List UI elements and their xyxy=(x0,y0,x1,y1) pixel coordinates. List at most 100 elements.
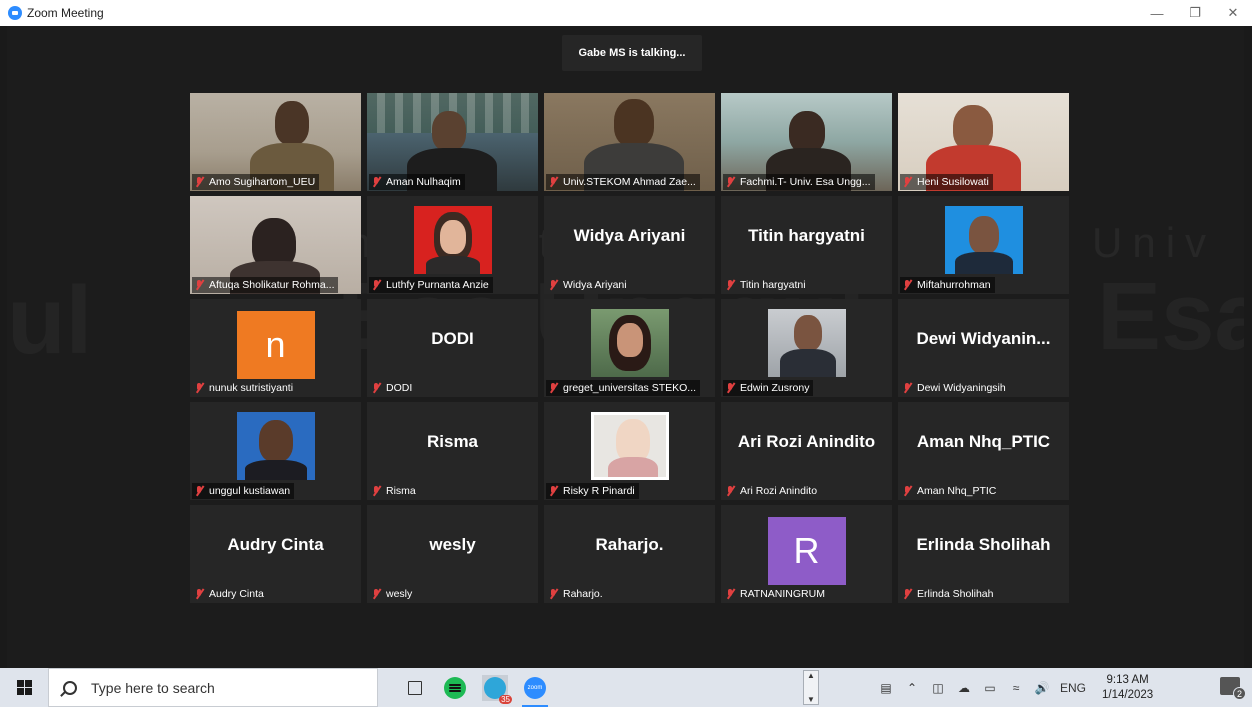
participant-tile[interactable]: DODI DODI xyxy=(367,299,538,397)
mic-muted-icon xyxy=(902,588,913,600)
participant-display-name: wesly xyxy=(429,535,476,554)
restore-button[interactable]: ❐ xyxy=(1176,0,1214,26)
chevron-up-icon[interactable]: ▲ xyxy=(807,671,815,680)
participant-name-label: Risky R Pinardi xyxy=(546,483,639,499)
participant-tile[interactable]: Luthfy Purnanta Anzie xyxy=(367,196,538,294)
participant-tile[interactable]: Heni Susilowati xyxy=(898,93,1069,191)
participant-tile[interactable]: Audry Cinta Audry Cinta xyxy=(190,505,361,603)
mic-muted-icon xyxy=(725,382,736,394)
minimize-button[interactable]: — xyxy=(1138,0,1176,26)
show-hidden-icons-chevron-icon[interactable]: ⌃ xyxy=(904,680,920,696)
zoom-app-icon: zoom xyxy=(524,676,546,699)
participant-avatar-letter: n xyxy=(236,311,315,379)
participant-tile[interactable]: Erlinda Sholihah Erlinda Sholihah xyxy=(898,505,1069,603)
participant-name-label: Heni Susilowati xyxy=(900,174,993,190)
participant-tile[interactable]: n nunuk sutristiyanti xyxy=(190,299,361,397)
window-controls: — ❐ ✕ xyxy=(1138,0,1252,26)
mic-muted-icon xyxy=(725,588,736,600)
participant-tile[interactable]: Amo Sugihartom_UEU xyxy=(190,93,361,191)
participant-name-label: unggul kustiawan xyxy=(192,483,295,499)
battery-icon[interactable]: ▭ xyxy=(982,680,998,696)
mic-muted-icon xyxy=(371,176,382,188)
taskbar-clock[interactable]: 9:13 AM 1/14/2023 xyxy=(1102,673,1153,703)
spotify-taskbar-button[interactable] xyxy=(442,675,468,701)
participant-tile[interactable]: R RATNANINGRUM xyxy=(721,505,892,603)
participant-name-label: Titin hargyatni xyxy=(723,277,810,293)
mic-muted-icon xyxy=(548,279,559,291)
clock-date: 1/14/2023 xyxy=(1102,688,1154,701)
participant-grid: Amo Sugihartom_UEU Aman Nulhaqim Univ.ST… xyxy=(190,93,1069,603)
news-widget-icon[interactable]: ▤ xyxy=(878,680,894,696)
participant-profile-photo xyxy=(944,206,1023,274)
input-language[interactable]: ENG xyxy=(1060,681,1086,695)
participant-name-label: Edwin Zusrony xyxy=(723,380,814,396)
volume-icon[interactable]: 🔊 xyxy=(1034,680,1050,696)
participant-tile[interactable]: Fachmi.T- Univ. Esa Ungg... xyxy=(721,93,892,191)
meeting-gallery-view: Universitas Univ Esa Unggul Esa ul Gabe … xyxy=(7,26,1244,668)
participant-name-label: nunuk sutristiyanti xyxy=(192,380,297,396)
mic-muted-icon xyxy=(194,279,205,291)
participant-tile[interactable]: Titin hargyatni Titin hargyatni xyxy=(721,196,892,294)
mic-muted-icon xyxy=(194,382,205,394)
participant-name-label: Dewi Widyaningsih xyxy=(900,380,1010,396)
participant-name-label: Erlinda Sholihah xyxy=(900,586,997,602)
participant-tile[interactable]: unggul kustiawan xyxy=(190,402,361,500)
taskbar-search-box[interactable]: Type here to search xyxy=(48,668,378,707)
participant-tile[interactable]: wesly wesly xyxy=(367,505,538,603)
participant-display-name: Dewi Widyanin... xyxy=(916,329,1051,348)
participant-name-label: greget_universitas STEKO... xyxy=(546,380,701,396)
wifi-icon[interactable]: ≈ xyxy=(1008,680,1024,696)
zoom-logo-icon xyxy=(8,6,22,20)
notification-count-badge: 2 xyxy=(1233,687,1246,700)
participant-name-label: Amo Sugihartom_UEU xyxy=(192,174,320,190)
chevron-down-icon[interactable]: ▼ xyxy=(807,695,815,704)
participant-tile[interactable]: Dewi Widyanin... Dewi Widyaningsih xyxy=(898,299,1069,397)
spotify-icon xyxy=(444,676,466,699)
cloud-icon[interactable]: ☁ xyxy=(956,680,972,696)
participant-name-label: Miftahurrohman xyxy=(900,277,995,293)
participant-tile[interactable]: Risma Risma xyxy=(367,402,538,500)
mic-muted-icon xyxy=(548,176,559,188)
participant-tile[interactable]: Aftuqa Sholikatur Rohma... xyxy=(190,196,361,294)
participant-name-label: Audry Cinta xyxy=(192,586,268,602)
close-button[interactable]: ✕ xyxy=(1214,0,1252,26)
start-button[interactable] xyxy=(0,668,48,707)
participant-tile[interactable]: greget_universitas STEKO... xyxy=(544,299,715,397)
mic-muted-icon xyxy=(194,588,205,600)
participant-tile[interactable]: Univ.STEKOM Ahmad Zae... xyxy=(544,93,715,191)
participant-name-label: Fachmi.T- Univ. Esa Ungg... xyxy=(723,174,875,190)
participant-profile-photo xyxy=(590,412,669,480)
watermark-text: Univ xyxy=(1092,219,1217,266)
participant-tile[interactable]: Miftahurrohman xyxy=(898,196,1069,294)
participant-tile[interactable]: Ari Rozi Anindito Ari Rozi Anindito xyxy=(721,402,892,500)
notification-center-icon[interactable]: 2 xyxy=(1220,677,1246,700)
taskbar-apps: 35 zoom xyxy=(402,668,548,707)
watermark-text: Esa xyxy=(1097,262,1244,372)
taskbar-scroll-arrows[interactable]: ▲ ▼ xyxy=(803,670,819,705)
zoom-taskbar-button[interactable]: zoom xyxy=(522,675,548,707)
participant-tile[interactable]: Aman Nulhaqim xyxy=(367,93,538,191)
mic-muted-icon xyxy=(902,279,913,291)
participant-tile[interactable]: Aman Nhq_PTIC Aman Nhq_PTIC xyxy=(898,402,1069,500)
participant-avatar-letter: R xyxy=(767,517,846,585)
participant-tile[interactable]: Widya Ariyani Widya Ariyani xyxy=(544,196,715,294)
search-placeholder: Type here to search xyxy=(91,679,215,696)
telegram-taskbar-button[interactable]: 35 xyxy=(482,674,512,704)
participant-name-label: wesly xyxy=(369,586,416,602)
participant-display-name: Widya Ariyani xyxy=(573,226,686,245)
search-icon xyxy=(63,680,77,695)
mic-muted-icon xyxy=(548,382,559,394)
participant-display-name: Risma xyxy=(426,432,479,451)
participant-display-name: Titin hargyatni xyxy=(748,226,865,245)
mic-muted-icon xyxy=(902,485,913,497)
window-title: Zoom Meeting xyxy=(27,6,104,20)
active-app-indicator xyxy=(522,704,548,707)
task-view-icon xyxy=(408,680,422,695)
mic-muted-icon xyxy=(194,176,205,188)
task-view-button[interactable] xyxy=(402,675,428,701)
participant-tile[interactable]: Risky R Pinardi xyxy=(544,402,715,500)
clock-time: 9:13 AM xyxy=(1106,673,1149,686)
participant-tile[interactable]: Edwin Zusrony xyxy=(721,299,892,397)
participant-tile[interactable]: Raharjo. Raharjo. xyxy=(544,505,715,603)
usb-device-icon[interactable]: ◫ xyxy=(930,680,946,696)
